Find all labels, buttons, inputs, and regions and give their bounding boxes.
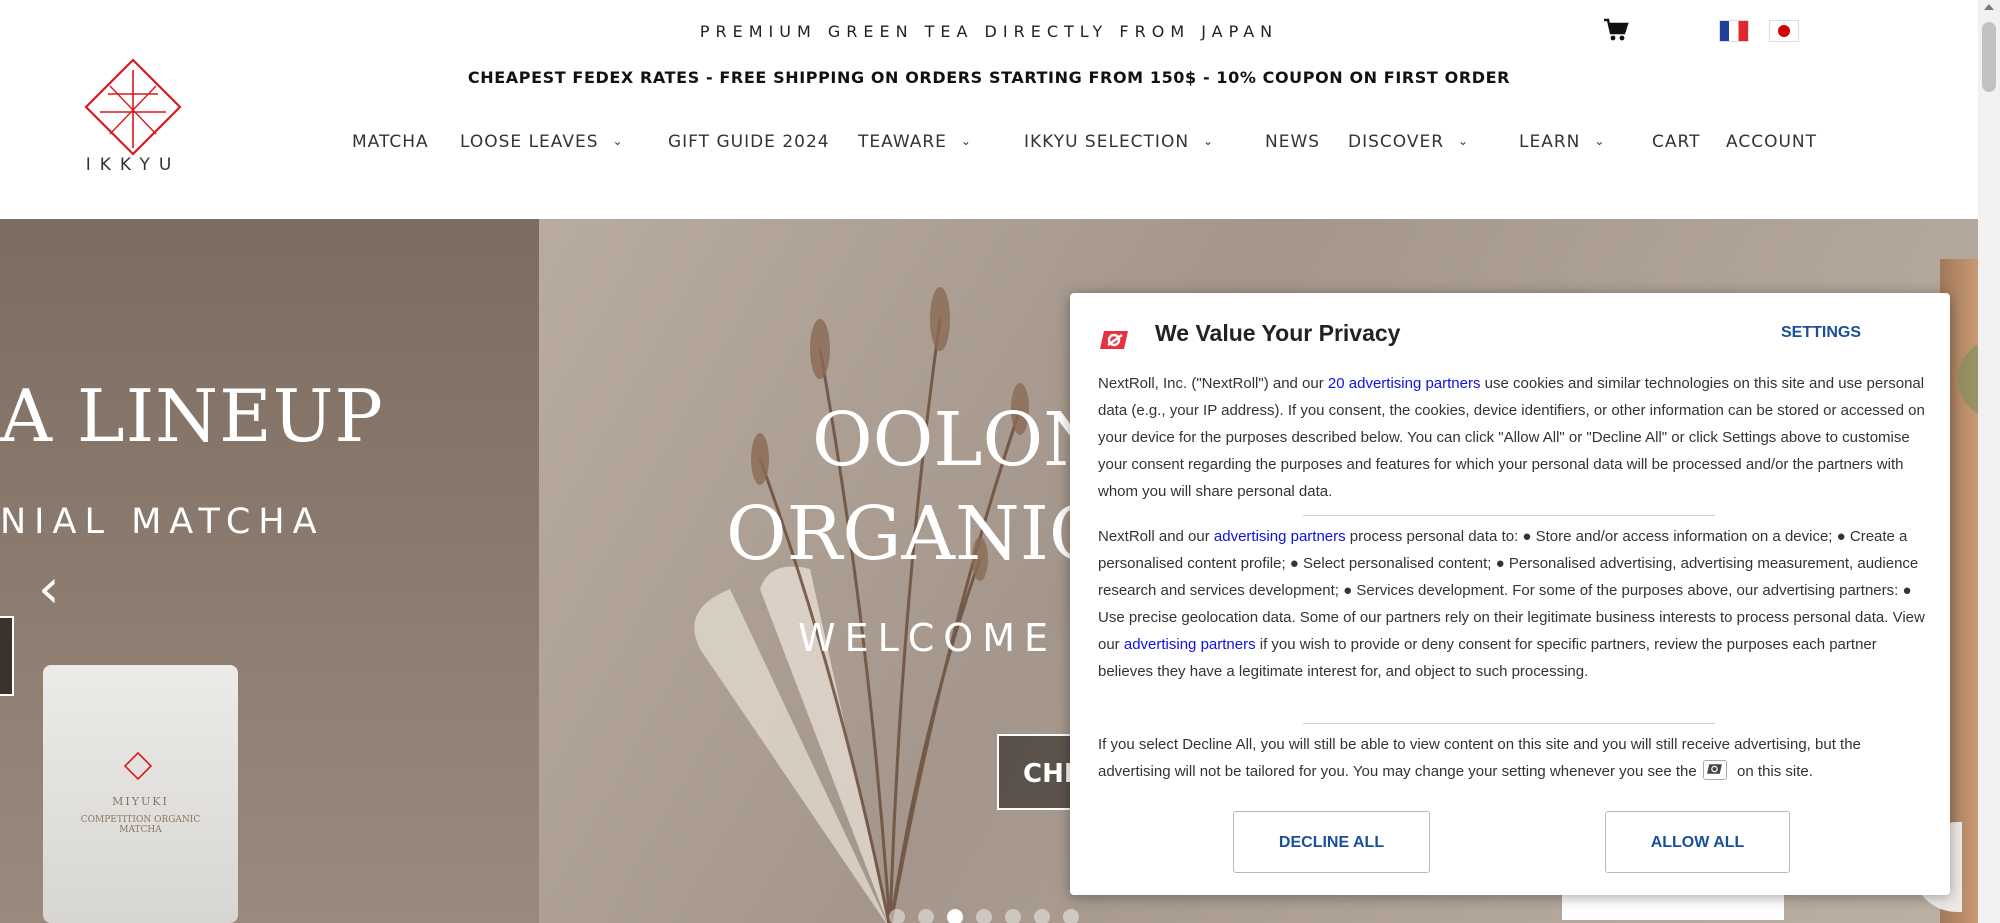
advertising-partners-link[interactable]: advertising partners [1214, 528, 1346, 545]
allow-all-button[interactable]: ALLOW ALL [1605, 811, 1790, 873]
text-segment: NextRoll and our [1098, 528, 1214, 545]
hero-left-subtitle: NIAL MATCHA [0, 502, 325, 542]
advertising-partners-link[interactable]: 20 advertising partners [1328, 375, 1481, 392]
nav-learn[interactable]: LEARN ⌄ [1519, 132, 1605, 152]
nav-account[interactable]: ACCOUNT [1726, 132, 1817, 152]
decline-all-button[interactable]: DECLINE ALL [1233, 811, 1430, 873]
nav-label: NEWS [1265, 132, 1321, 152]
consent-settings-icon[interactable] [1702, 760, 1727, 780]
nav-news[interactable]: NEWS [1265, 132, 1320, 152]
consent-paragraph-3: If you select Decline All, you will stil… [1098, 731, 1928, 785]
nextroll-logo-icon [1100, 331, 1128, 349]
text-segment: process personal data to: ● Store and/or… [1098, 528, 1925, 653]
nav-label: LOOSE LEAVES [460, 132, 599, 152]
slider-dot[interactable] [1005, 909, 1021, 923]
scroll-up-arrow-icon[interactable] [1984, 4, 1994, 10]
logo-wordmark: IKKYU [85, 155, 181, 175]
hero-left-title: A LINEUP [0, 374, 384, 458]
site-header: PREMIUM GREEN TEA DIRECTLY FROM JAPAN CH… [0, 0, 1978, 219]
nav-label: IKKYU SELECTION [1024, 132, 1190, 152]
nav-matcha[interactable]: MATCHA [352, 132, 429, 152]
hero-right-title-line1: OOLON [812, 397, 1108, 483]
consent-paragraph-1: NextRoll, Inc. ("NextRoll") and our 20 a… [1098, 370, 1928, 505]
nav-label: MATCHA [352, 132, 429, 152]
chevron-down-icon: ⌄ [1203, 134, 1215, 148]
nav-ikkyu-selection[interactable]: IKKYU SELECTION ⌄ [1024, 132, 1214, 152]
text-segment: NextRoll, Inc. ("NextRoll") and our [1098, 375, 1328, 392]
slider-dot[interactable] [918, 909, 934, 923]
chevron-down-icon: ⌄ [1594, 134, 1606, 148]
privacy-consent-modal: We Value Your Privacy SETTINGS NextRoll,… [1070, 293, 1950, 895]
slider-dot[interactable] [1034, 909, 1050, 923]
chevron-left-icon[interactable]: ‹ [38, 557, 60, 620]
divider [1303, 515, 1715, 516]
hero-right-title-line2: ORGANIC [726, 491, 1106, 577]
nav-label: DISCOVER [1348, 132, 1445, 152]
nav-label: ACCOUNT [1726, 132, 1817, 152]
chevron-down-icon: ⌄ [1458, 134, 1470, 148]
pouch-logo-icon [123, 751, 153, 781]
scrollbar-thumb[interactable] [1982, 22, 1996, 92]
nav-cart[interactable]: CART [1652, 132, 1700, 152]
nav-discover[interactable]: DISCOVER ⌄ [1348, 132, 1469, 152]
nav-label: CART [1652, 132, 1701, 152]
header-tagline: PREMIUM GREEN TEA DIRECTLY FROM JAPAN [699, 22, 1279, 41]
cart-icon[interactable] [1603, 18, 1629, 42]
slider-dot-active[interactable] [947, 909, 963, 923]
flag-japan-icon[interactable] [1769, 20, 1799, 42]
slider-dot[interactable] [976, 909, 992, 923]
pouch-name: MIYUKI [112, 795, 169, 808]
slider-dot[interactable] [889, 909, 905, 923]
matcha-pouch-image: MIYUKI COMPETITION ORGANIC MATCHA [43, 665, 238, 923]
hero-right-subtitle: WELCOME [798, 616, 1057, 660]
nav-gift-guide[interactable]: GIFT GUIDE 2024 [668, 132, 830, 152]
divider [1303, 723, 1715, 724]
text-segment: on this site. [1737, 763, 1813, 780]
modal-title: We Value Your Privacy [1155, 320, 1401, 346]
settings-link[interactable]: SETTINGS [1781, 324, 1861, 342]
advertising-partners-link[interactable]: advertising partners [1124, 636, 1256, 653]
page-scrollbar[interactable] [1978, 0, 2000, 923]
pouch-desc: COMPETITION ORGANIC MATCHA [80, 815, 201, 835]
slider-dot[interactable] [1063, 909, 1079, 923]
flag-france-icon[interactable] [1719, 20, 1749, 42]
nav-loose-leaves[interactable]: LOOSE LEAVES ⌄ [460, 132, 624, 152]
hero-left-button-edge[interactable] [0, 616, 14, 696]
consent-paragraph-2: NextRoll and our advertising partners pr… [1098, 523, 1928, 685]
nav-label: GIFT GUIDE 2024 [668, 132, 830, 152]
chevron-down-icon: ⌄ [960, 134, 972, 148]
chevron-down-icon: ⌄ [612, 134, 624, 148]
nav-label: LEARN [1519, 132, 1581, 152]
shipping-promo-banner[interactable]: CHEAPEST FEDEX RATES - FREE SHIPPING ON … [0, 68, 1978, 87]
nav-teaware[interactable]: TEAWARE ⌄ [858, 132, 972, 152]
nav-label: TEAWARE [858, 132, 947, 152]
text-segment: use cookies and similar technologies on … [1098, 375, 1925, 500]
